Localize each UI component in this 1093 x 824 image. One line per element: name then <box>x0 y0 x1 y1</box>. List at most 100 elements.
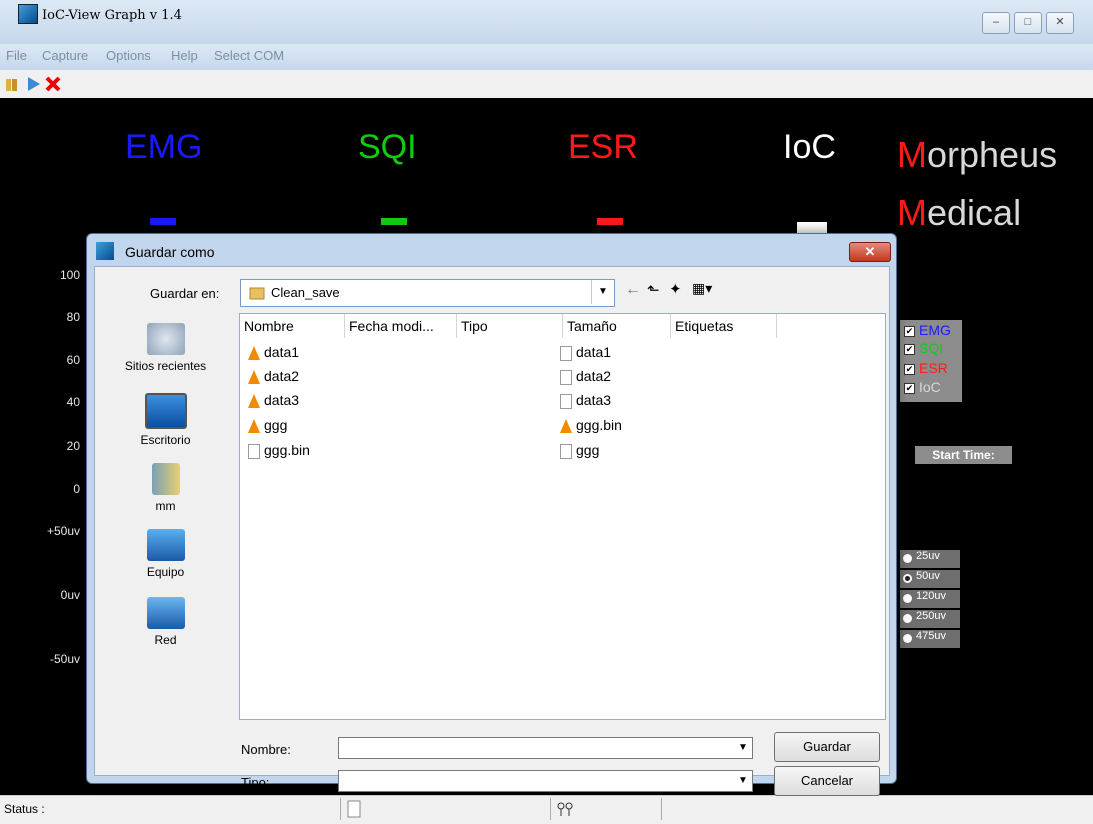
channel-bar-sqi <box>381 218 407 225</box>
type-select[interactable]: ▼ <box>338 770 753 792</box>
channel-label-ioc: IoC <box>783 128 836 166</box>
y-tick: 80 <box>66 310 80 324</box>
check-icon: ✔ <box>904 363 915 375</box>
column-tags[interactable]: Etiquetas <box>671 314 777 338</box>
new-folder-icon[interactable]: ✦ <box>669 280 682 298</box>
save-in-label: Guardar en: <box>150 286 220 301</box>
menu-bar: File Capture Options Help Select COM <box>0 44 1093 70</box>
y-tick: 20 <box>66 439 80 453</box>
brand-morpheus: Morpheus <box>897 134 1058 175</box>
radio-icon <box>903 574 912 583</box>
channel-label-emg: EMG <box>125 128 203 166</box>
dialog-title: Guardar como <box>125 244 215 260</box>
file-item[interactable]: data2 <box>248 366 299 386</box>
close-button[interactable]: ✕ <box>1046 12 1074 34</box>
folder-icon <box>249 287 265 300</box>
dialog-app-icon <box>96 242 114 260</box>
up-folder-icon[interactable]: ⬑ <box>647 281 660 299</box>
menu-file[interactable]: File <box>6 48 27 63</box>
filename-input[interactable]: ▼ <box>338 737 753 759</box>
y-tick: 40 <box>66 395 80 409</box>
file-item[interactable]: ggg <box>560 440 599 460</box>
file-item[interactable]: ggg.bin <box>248 440 310 460</box>
view-menu-icon[interactable]: ▦▾ <box>692 280 712 297</box>
vlc-cone-icon <box>248 419 260 434</box>
minimize-button[interactable]: – <box>982 12 1010 34</box>
vlc-cone-icon <box>248 394 260 409</box>
radio-250uv[interactable]: 250uv <box>900 610 960 628</box>
y-tick: 100 <box>59 268 80 282</box>
file-list[interactable]: Nombre Fecha modi... Tipo Tamaño Etiquet… <box>239 313 886 720</box>
radio-icon <box>903 594 912 603</box>
dialog-body: Guardar en: Clean_save ▼ ← ⬑ ✦ ▦▾ Sitios… <box>94 266 890 796</box>
radio-icon <box>903 634 912 643</box>
type-label: Tipo: <box>241 775 270 790</box>
file-item[interactable]: ggg.bin <box>560 415 622 435</box>
menu-help[interactable]: Help <box>171 48 198 63</box>
computer-icon <box>146 529 185 561</box>
menu-capture[interactable]: Capture <box>42 48 88 63</box>
file-item[interactable]: data1 <box>560 342 611 362</box>
channel-label-esr: ESR <box>568 128 638 166</box>
save-button[interactable]: Guardar <box>774 732 880 762</box>
radio-50uv[interactable]: 50uv <box>900 570 960 588</box>
status-label: Status : <box>4 802 45 816</box>
open-folder-icon[interactable] <box>4 75 22 93</box>
user-folder-icon <box>151 463 180 495</box>
menu-options[interactable]: Options <box>106 48 151 63</box>
window-title: IoC-View Graph v 1.4 <box>42 8 182 23</box>
file-item[interactable]: ggg <box>248 415 287 435</box>
check-icon: ✔ <box>904 382 915 394</box>
document-icon <box>560 369 572 385</box>
menu-select-com[interactable]: Select COM <box>214 48 284 63</box>
radio-120uv[interactable]: 120uv <box>900 590 960 608</box>
file-item[interactable]: data3 <box>248 390 299 410</box>
place-mm[interactable]: mm <box>97 463 234 513</box>
y-tick: 0uv <box>60 588 80 602</box>
stop-x-icon[interactable] <box>44 75 62 93</box>
column-name[interactable]: Nombre <box>240 314 345 338</box>
file-item[interactable]: data3 <box>560 390 611 410</box>
maximize-button[interactable]: □ <box>1014 12 1042 34</box>
channel-label-sqi: SQI <box>358 128 417 166</box>
app-icon <box>18 4 38 24</box>
chevron-down-icon[interactable]: ▼ <box>734 771 752 791</box>
chevron-down-icon[interactable]: ▼ <box>734 738 752 758</box>
place-recent[interactable]: Sitios recientes <box>97 323 234 373</box>
document-icon <box>248 443 260 459</box>
channel-bar-esr <box>597 218 623 225</box>
column-type[interactable]: Tipo <box>457 314 563 338</box>
y-tick: +50uv <box>46 524 80 538</box>
place-desktop[interactable]: Escritorio <box>97 393 234 447</box>
toolbar <box>0 70 1093 99</box>
checkbox-esr[interactable]: ✔ ESR <box>904 360 948 376</box>
place-computer[interactable]: Equipo <box>97 529 234 579</box>
brand-medical: Medical <box>897 192 1022 233</box>
network-icon <box>146 597 185 629</box>
check-icon: ✔ <box>904 343 915 355</box>
channel-checkbox-panel: ✔ EMG ✔ SQI ✔ ESR ✔ IoC <box>900 320 962 402</box>
status-bar: Status : <box>0 795 1093 824</box>
document-icon <box>560 443 572 459</box>
channel-bar-emg <box>150 218 176 225</box>
file-item[interactable]: data1 <box>248 342 299 362</box>
file-item[interactable]: data2 <box>560 366 611 386</box>
desktop-icon <box>144 393 187 429</box>
radio-25uv[interactable]: 25uv <box>900 550 960 568</box>
column-size[interactable]: Tamaño <box>563 314 671 338</box>
checkbox-emg[interactable]: ✔ EMG <box>904 322 951 338</box>
save-in-dropdown[interactable]: Clean_save ▼ <box>240 279 615 307</box>
radio-475uv[interactable]: 475uv <box>900 630 960 648</box>
dialog-close-button[interactable]: ✕ <box>849 242 891 262</box>
column-empty <box>777 314 883 338</box>
checkbox-sqi[interactable]: ✔ SQI <box>904 340 943 356</box>
chevron-down-icon[interactable]: ▼ <box>591 280 614 304</box>
place-network[interactable]: Red <box>97 597 234 647</box>
play-icon[interactable] <box>24 75 42 93</box>
checkbox-ioc[interactable]: ✔ IoC <box>904 379 941 395</box>
radio-icon <box>903 614 912 623</box>
cancel-button[interactable]: Cancelar <box>774 766 880 796</box>
back-arrow-icon[interactable]: ← <box>625 281 641 299</box>
recent-places-icon <box>146 323 185 355</box>
column-date[interactable]: Fecha modi... <box>345 314 457 338</box>
